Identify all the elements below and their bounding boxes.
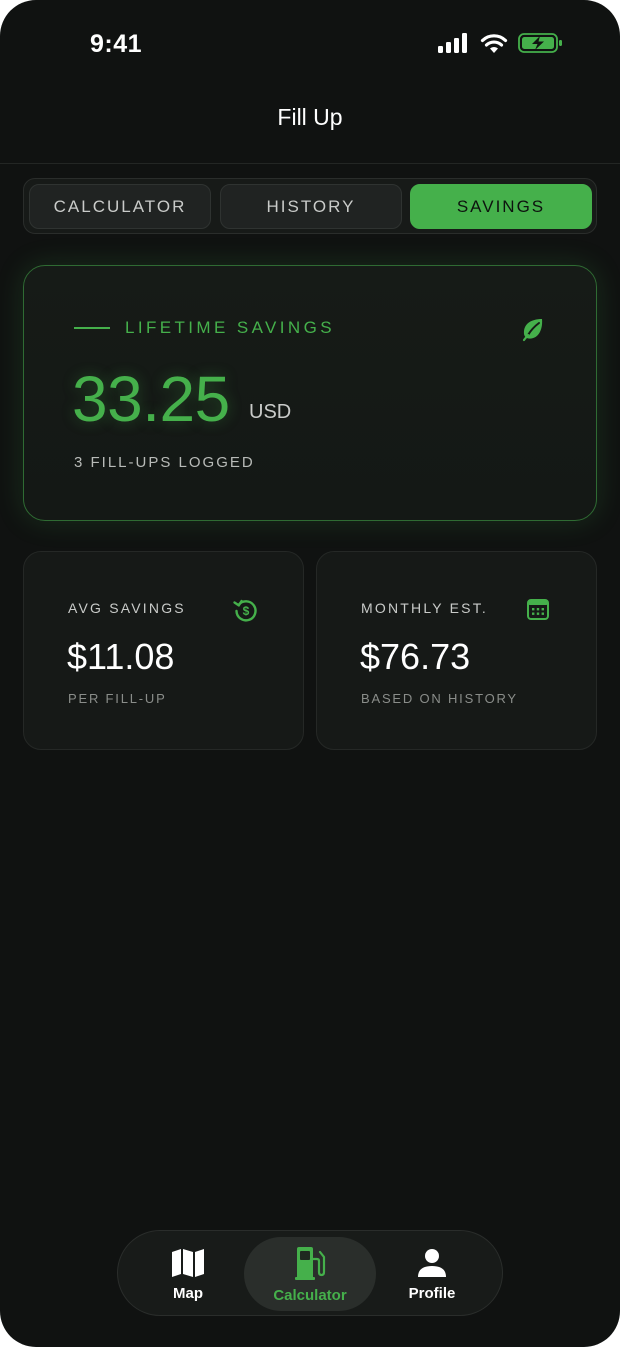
segmented-control: CALCULATOR HISTORY SAVINGS	[23, 178, 597, 234]
calendar-icon	[527, 599, 549, 620]
lifetime-savings-card: LIFETIME SAVINGS 33.25 USD 3 FILL-UPS LO…	[23, 265, 597, 521]
dollar-refresh-icon: $	[233, 599, 257, 622]
monthly-estimate-value: $76.73	[360, 636, 471, 677]
cellular-signal-icon	[438, 33, 467, 53]
lifetime-savings-label: LIFETIME SAVINGS	[125, 318, 335, 337]
currency-label: USD	[249, 401, 292, 423]
tab-map[interactable]: Map	[128, 1237, 248, 1311]
fill-ups-count: 3 FILL-UPS LOGGED	[74, 454, 255, 471]
map-icon	[172, 1248, 204, 1277]
leaf-icon	[522, 319, 543, 342]
label-accent-line	[74, 327, 110, 329]
tab-calculator[interactable]: CALCULATOR	[29, 184, 211, 229]
avg-savings-value: $11.08	[67, 636, 175, 677]
tab-label: Calculator	[273, 1286, 347, 1304]
page-title: Fill Up	[277, 104, 343, 130]
bottom-tab-bar: Map Calculator Profile	[117, 1230, 503, 1316]
person-icon	[418, 1248, 446, 1277]
avg-savings-card: AVG SAVINGS $ $11.08 PER FILL-UP	[23, 551, 304, 750]
tab-profile[interactable]: Profile	[372, 1237, 492, 1311]
avg-savings-subtitle: PER FILL-UP	[68, 691, 167, 706]
stat-label: AVG SAVINGS	[68, 600, 186, 616]
app-screen: 9:41 Fill Up CALCULATOR HISTORY SAVINGS	[0, 0, 620, 1347]
stat-label: MONTHLY EST.	[361, 600, 489, 616]
wifi-icon	[480, 33, 508, 53]
status-icons	[438, 32, 564, 54]
fuel-pump-icon	[295, 1246, 326, 1280]
status-time: 9:41	[90, 30, 143, 58]
battery-charging-icon	[518, 33, 562, 53]
monthly-estimate-subtitle: BASED ON HISTORY	[361, 691, 518, 706]
tab-savings[interactable]: SAVINGS	[410, 184, 592, 229]
lifetime-savings-amount: 33.25	[72, 363, 230, 435]
tab-label: Profile	[408, 1284, 456, 1302]
monthly-estimate-card: MONTHLY EST. $76.73 BASED ON HISTORY	[316, 551, 597, 750]
header-divider	[0, 163, 620, 164]
tab-history[interactable]: HISTORY	[220, 184, 402, 229]
svg-text:$: $	[243, 604, 250, 618]
tab-calculator-nav[interactable]: Calculator	[244, 1237, 376, 1311]
tab-label: Map	[173, 1284, 203, 1302]
